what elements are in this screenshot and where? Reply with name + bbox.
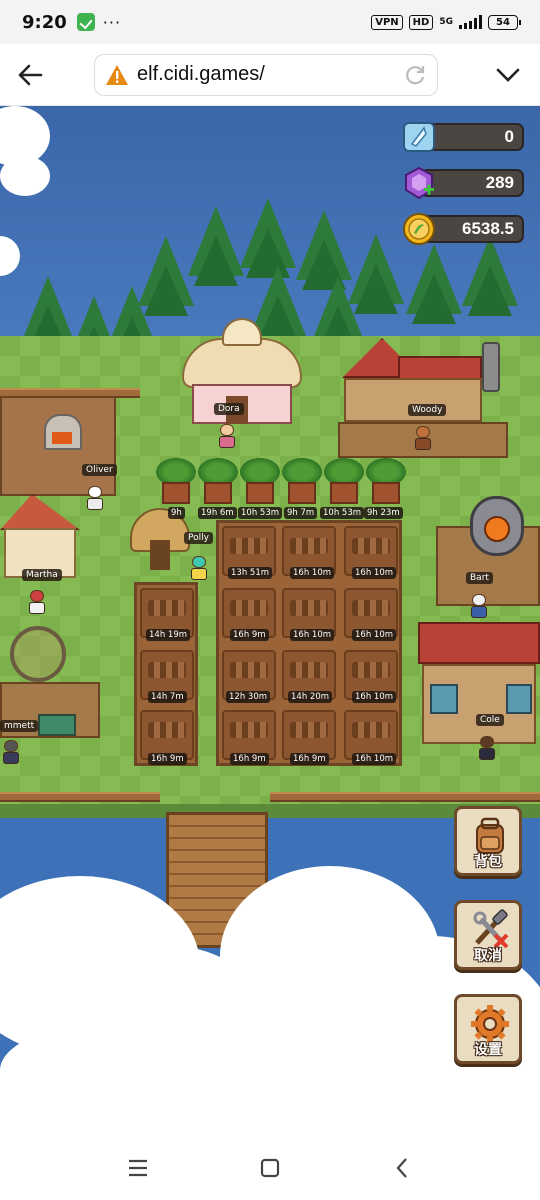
- cole-shop[interactable]: [418, 622, 540, 752]
- palm-timer: 9h: [168, 507, 185, 519]
- home-button[interactable]: [250, 1148, 290, 1188]
- back-chevron-icon: [396, 1158, 407, 1178]
- npc-dora[interactable]: [218, 424, 236, 448]
- system-back-button[interactable]: [382, 1148, 422, 1188]
- home-square-icon: [260, 1158, 280, 1178]
- palm-timer: 9h 7m: [284, 507, 318, 519]
- npc-name-emmett: mmett: [0, 720, 39, 732]
- system-nav-bar: [0, 1136, 540, 1200]
- app-notification-icon: [76, 13, 95, 31]
- palm-plant[interactable]: [240, 458, 280, 504]
- crop-timer: 16h 9m: [148, 753, 187, 765]
- coin-icon: [403, 213, 435, 245]
- npc-name-dora: Dora: [214, 403, 244, 415]
- palm-timer: 9h 23m: [364, 507, 403, 519]
- npc-emmett[interactable]: [2, 740, 20, 764]
- crop-timer: 16h 9m: [290, 753, 329, 765]
- npc-woody[interactable]: [414, 426, 432, 450]
- palm-timer: 10h 53m: [320, 507, 365, 519]
- backpack-button[interactable]: 背包: [454, 806, 522, 876]
- crop-timer: 16h 9m: [230, 629, 269, 641]
- crop-timer: 14h 20m: [288, 691, 333, 703]
- npc-bart[interactable]: [470, 594, 488, 618]
- hd-badge: HD: [408, 14, 434, 30]
- crop-timer: 16h 10m: [352, 691, 397, 703]
- vpn-badge: VPN: [371, 14, 403, 30]
- npc-oliver[interactable]: [86, 486, 104, 510]
- gem-value: 289: [485, 173, 514, 192]
- back-button[interactable]: [0, 45, 60, 105]
- battery-icon: 54: [488, 14, 521, 30]
- status-time: 9:20: [22, 11, 67, 33]
- gem-icon[interactable]: [402, 166, 436, 200]
- kitchen-building[interactable]: [0, 396, 116, 496]
- crop-timer: 12h 30m: [226, 691, 271, 703]
- npc-name-martha: Martha: [22, 569, 62, 581]
- crop-timer: 16h 10m: [290, 567, 335, 579]
- settings-label: 设置: [474, 1042, 502, 1058]
- crop-timer: 14h 19m: [146, 629, 191, 641]
- cancel-label: 取消: [474, 948, 502, 964]
- npc-martha[interactable]: [28, 590, 46, 614]
- browser-toolbar: elf.cidi.games/: [0, 44, 540, 106]
- crop-timer: 16h 10m: [290, 629, 335, 641]
- crop-timer: 16h 9m: [230, 753, 269, 765]
- crystal-icon: [403, 122, 435, 152]
- cloud: [0, 156, 50, 196]
- crop-timer: 16h 10m: [352, 567, 397, 579]
- url-text[interactable]: elf.cidi.games/: [137, 63, 403, 86]
- tree: [188, 206, 244, 286]
- settings-button[interactable]: 设置: [454, 994, 522, 1064]
- tree: [240, 198, 296, 278]
- cancel-button[interactable]: 取消: [454, 900, 522, 970]
- palm-timer: 19h 6m: [198, 507, 237, 519]
- menu-lines-icon: [129, 1159, 147, 1177]
- npc-cole[interactable]: [478, 736, 496, 760]
- crystal-value: 0: [504, 127, 514, 146]
- crop-timer: 13h 51m: [228, 567, 273, 579]
- more-notifications-icon: ···: [102, 12, 122, 32]
- palm-plant[interactable]: [282, 458, 322, 504]
- crop-timer: 16h 10m: [352, 753, 397, 765]
- crop-timer: 16h 10m: [352, 629, 397, 641]
- back-arrow-icon: [18, 64, 43, 85]
- game-canvas[interactable]: Dora Woody Oliver Martha Polly Bart mmet…: [0, 106, 540, 1136]
- npc-polly[interactable]: [190, 556, 208, 580]
- npc-name-oliver: Oliver: [82, 464, 117, 476]
- recent-apps-button[interactable]: [118, 1148, 158, 1188]
- fence: [270, 792, 540, 802]
- tree: [462, 236, 518, 316]
- palm-timer: 10h 53m: [238, 507, 283, 519]
- palm-plant[interactable]: [198, 458, 238, 504]
- gem-counter[interactable]: 289: [402, 166, 524, 200]
- npc-name-cole: Cole: [476, 714, 504, 726]
- npc-name-polly: Polly: [184, 532, 213, 544]
- status-indicators: VPN HD 5G 54: [371, 14, 521, 30]
- battery-level: 54: [496, 16, 510, 28]
- backpack-label: 背包: [474, 854, 502, 870]
- npc-name-bart: Bart: [466, 572, 493, 584]
- coin-counter: 6538.5: [402, 212, 524, 246]
- tree: [406, 244, 462, 324]
- expand-menu-button[interactable]: [478, 45, 538, 105]
- smelter-building[interactable]: [436, 486, 540, 606]
- crop-timer: 14h 7m: [148, 691, 187, 703]
- coin-value: 6538.5: [462, 219, 514, 238]
- fence: [0, 792, 160, 802]
- palm-plant[interactable]: [324, 458, 364, 504]
- warning-icon[interactable]: [105, 64, 129, 86]
- address-bar[interactable]: elf.cidi.games/: [94, 53, 438, 96]
- network-type-label: 5G: [439, 16, 453, 27]
- chevron-down-icon: [496, 68, 520, 82]
- signal-icon: [459, 15, 482, 29]
- palm-plant[interactable]: [156, 458, 196, 504]
- crystal-counter: 0: [402, 120, 524, 154]
- status-bar: 9:20 ··· VPN HD 5G 54: [0, 0, 540, 44]
- npc-name-woody: Woody: [408, 404, 447, 416]
- palm-plant[interactable]: [366, 458, 406, 504]
- reload-icon[interactable]: [403, 63, 427, 87]
